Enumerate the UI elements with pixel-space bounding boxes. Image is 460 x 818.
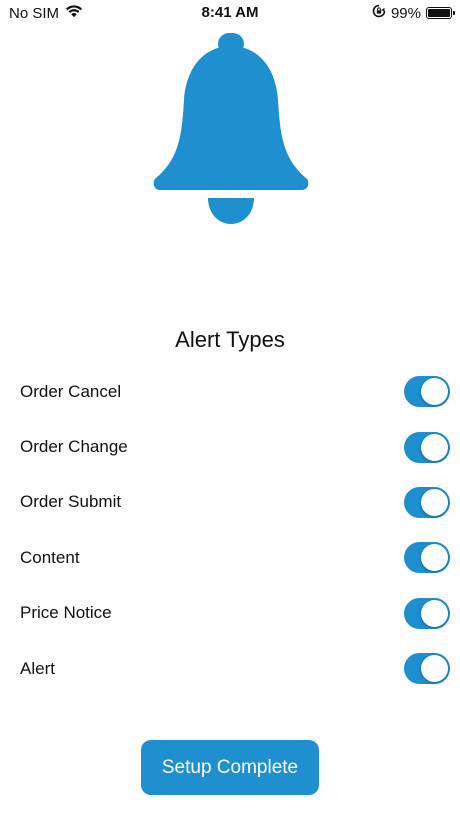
bell-icon bbox=[152, 30, 310, 226]
price-notice-toggle[interactable] bbox=[404, 597, 450, 629]
toggle-knob bbox=[421, 544, 448, 572]
alert-label: Order Cancel bbox=[20, 381, 122, 401]
status-bar: No SIM 8:41 AM 99% bbox=[0, 0, 460, 26]
alert-row-content: Content bbox=[0, 530, 460, 585]
toggle-knob bbox=[421, 599, 448, 627]
alert-label: Price Notice bbox=[20, 603, 112, 623]
alert-label: Order Change bbox=[20, 437, 128, 457]
content-toggle[interactable] bbox=[404, 542, 450, 574]
alert-label: Alert bbox=[20, 658, 55, 678]
toggle-knob bbox=[421, 433, 448, 461]
alert-row-price-notice: Price Notice bbox=[0, 586, 460, 641]
setup-complete-button[interactable]: Setup Complete bbox=[141, 740, 319, 795]
battery-icon bbox=[426, 7, 455, 19]
alert-row-order-cancel: Order Cancel bbox=[0, 364, 460, 419]
battery-fill bbox=[428, 9, 450, 17]
alert-row-order-submit: Order Submit bbox=[0, 475, 460, 530]
toggle-knob bbox=[421, 488, 448, 516]
orientation-lock-icon bbox=[372, 4, 386, 22]
alert-label: Order Submit bbox=[20, 492, 122, 512]
alert-types-list: Order Cancel Order Change Order Submit C… bbox=[0, 364, 460, 696]
alert-row-alert: Alert bbox=[0, 641, 460, 696]
status-right: 99% bbox=[372, 4, 455, 22]
battery-tip bbox=[453, 11, 455, 15]
order-cancel-toggle[interactable] bbox=[404, 376, 450, 408]
alert-types-title: Alert Types bbox=[175, 327, 285, 352]
order-change-toggle[interactable] bbox=[404, 431, 450, 463]
toggle-knob bbox=[421, 378, 448, 406]
alert-toggle[interactable] bbox=[404, 653, 450, 685]
alert-label: Content bbox=[20, 547, 80, 567]
toggle-knob bbox=[421, 655, 448, 683]
battery-percent: 99% bbox=[390, 4, 421, 22]
order-submit-toggle[interactable] bbox=[404, 486, 450, 518]
alert-row-order-change: Order Change bbox=[0, 419, 460, 474]
